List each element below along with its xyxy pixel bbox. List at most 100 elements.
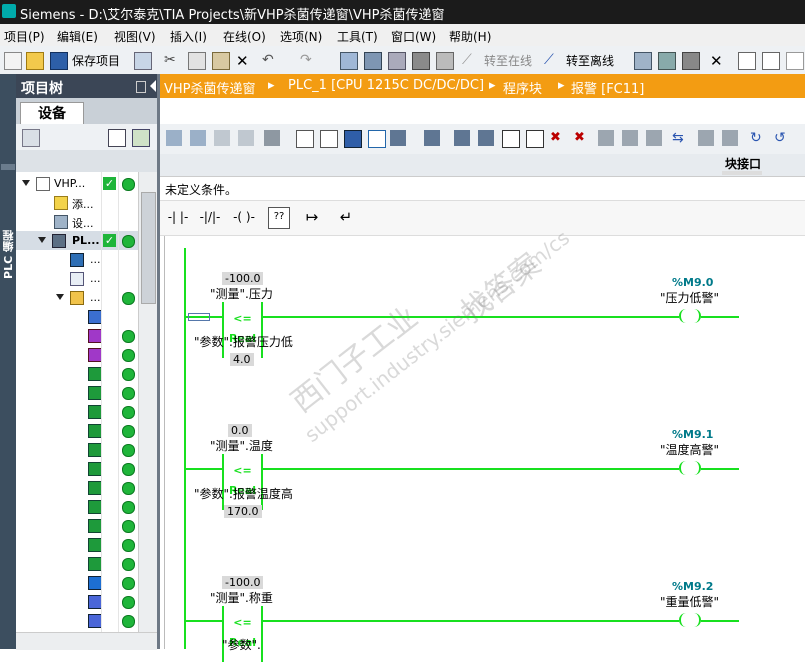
tree-item-plc[interactable]: PL... ✓ — [16, 231, 138, 250]
block-interface-bar[interactable]: 块接口 — [160, 154, 805, 177]
go-online-button[interactable]: 转至在线 — [484, 52, 532, 69]
redo-icon[interactable]: ↷ — [300, 52, 316, 68]
step-icon[interactable] — [622, 130, 638, 146]
breadcrumb-program-blocks[interactable]: 程序块 — [503, 78, 542, 97]
reload-icon[interactable]: ↺ — [774, 130, 790, 146]
expand-icon[interactable] — [38, 237, 46, 243]
list-item[interactable] — [16, 402, 138, 421]
toggle-icon[interactable] — [478, 130, 494, 146]
coil-tag[interactable]: "压力低警" — [660, 289, 719, 306]
filter-icon[interactable] — [646, 130, 662, 146]
insert-network-icon[interactable] — [166, 130, 182, 146]
in1-tag[interactable]: "测量".称重 — [210, 589, 273, 606]
collapse-networks-icon[interactable] — [320, 130, 338, 148]
compile-block-icon[interactable] — [264, 130, 280, 146]
tree-item-program-blocks[interactable]: ... — [16, 288, 138, 307]
expand-icon[interactable] — [22, 180, 30, 186]
splitter-grip[interactable] — [722, 171, 762, 175]
scrollbar-thumb[interactable] — [141, 192, 156, 304]
in1-tag[interactable]: "测量".温度 — [210, 437, 273, 454]
cut-icon[interactable]: ✂ — [164, 52, 180, 68]
save-icon[interactable] — [50, 52, 68, 70]
menu-project[interactable]: 项目(P) — [4, 28, 45, 45]
coil-tag[interactable]: "重量低警" — [660, 593, 719, 610]
plc-programming-tab[interactable]: PLC 编程 — [1, 230, 17, 279]
list-item[interactable] — [16, 364, 138, 383]
coil[interactable] — [679, 613, 701, 629]
split-vertical-icon[interactable] — [762, 52, 780, 70]
delete-network-icon[interactable] — [190, 130, 206, 146]
in2-tag[interactable]: "参数".报警温度高 — [194, 485, 293, 502]
expand-networks-icon[interactable] — [344, 130, 362, 148]
delete-icon[interactable]: ✕ — [236, 52, 252, 70]
selected-wire[interactable] — [188, 313, 210, 321]
online-compare-icon[interactable]: ⇆ — [672, 130, 688, 146]
absolute-operands-icon[interactable] — [424, 130, 440, 146]
menu-options[interactable]: 选项(N) — [280, 28, 322, 45]
refresh-icon[interactable]: ↻ — [750, 130, 766, 146]
menu-help[interactable]: 帮助(H) — [449, 28, 491, 45]
list-item[interactable] — [16, 592, 138, 611]
nc-contact-button[interactable]: -|/|- — [196, 207, 224, 227]
breadcrumb-block[interactable]: 报警 [FC11] — [571, 78, 644, 97]
list-item[interactable] — [16, 573, 138, 592]
simulation-icon[interactable] — [436, 52, 454, 70]
go-offline-button[interactable]: 转至离线 — [566, 52, 614, 69]
open-branch-button[interactable]: ↦ — [300, 207, 324, 227]
comments-icon[interactable] — [368, 130, 386, 148]
accessible-devices-icon[interactable] — [634, 52, 652, 70]
upload-block-icon[interactable] — [722, 130, 738, 146]
pin-icon[interactable] — [136, 81, 146, 93]
tree-item-online-diag[interactable]: ... — [16, 269, 138, 288]
list-item[interactable] — [16, 421, 138, 440]
go-online-icon[interactable]: ⟋ — [462, 52, 478, 68]
networks-list-icon[interactable] — [502, 130, 520, 148]
paste-icon[interactable] — [212, 52, 230, 70]
menu-view[interactable]: 视图(V) — [114, 28, 156, 45]
tab-devices[interactable]: 设备 — [20, 102, 84, 125]
stop-cpu-icon[interactable] — [682, 52, 700, 70]
coil-button[interactable]: -( )- — [228, 207, 260, 227]
goto-icon[interactable] — [454, 130, 470, 146]
monitor-icon[interactable] — [598, 130, 614, 146]
list-item[interactable] — [16, 383, 138, 402]
breakpoint-icon[interactable]: ✖ — [550, 130, 566, 146]
list-view-icon[interactable] — [296, 130, 314, 148]
list-item[interactable] — [16, 516, 138, 535]
no-contact-button[interactable]: -| |- — [164, 207, 192, 227]
list-item[interactable] — [16, 611, 138, 630]
more-icon[interactable] — [786, 52, 804, 70]
open-project-icon[interactable] — [26, 52, 44, 70]
close-icon[interactable]: ✕ — [710, 52, 726, 70]
empty-box-button[interactable]: ?? — [268, 207, 290, 229]
in1-tag[interactable]: "测量".压力 — [210, 285, 273, 302]
clear-breakpoint-icon[interactable]: ✖ — [574, 130, 590, 146]
tree-item-add-device[interactable]: 添... — [16, 193, 138, 212]
close-branch-button[interactable]: ↵ — [334, 207, 358, 227]
print-icon[interactable] — [134, 52, 152, 70]
list-item[interactable] — [16, 535, 138, 554]
list-item[interactable] — [16, 497, 138, 516]
overview-icon[interactable] — [108, 129, 126, 147]
favorites-icon[interactable] — [390, 130, 406, 146]
tree-horizontal-scrollbar[interactable] — [16, 632, 157, 650]
in2-tag[interactable]: "参数".报警压力低 — [194, 333, 293, 350]
list-item[interactable] — [16, 478, 138, 497]
coil-tag[interactable]: "温度高警" — [660, 441, 719, 458]
split-horizontal-icon[interactable] — [738, 52, 756, 70]
tree-item-add-block[interactable] — [16, 307, 138, 326]
download-icon[interactable] — [364, 52, 382, 70]
coil[interactable] — [679, 461, 701, 477]
breadcrumb-plc[interactable]: PLC_1 [CPU 1215C DC/DC/DC] — [288, 78, 484, 93]
tree-item-devices-networks[interactable]: 设... — [16, 212, 138, 231]
compile-icon[interactable] — [340, 52, 358, 70]
tree-vertical-scrollbar[interactable] — [138, 172, 157, 632]
tree-settings-icon[interactable] — [132, 129, 150, 147]
collapse-arrow-icon[interactable] — [150, 80, 156, 92]
undo-icon[interactable]: ↶ — [262, 52, 278, 68]
menu-window[interactable]: 窗口(W) — [391, 28, 436, 45]
menu-tools[interactable]: 工具(T) — [337, 28, 378, 45]
device-icon[interactable] — [412, 52, 430, 70]
download-block-icon[interactable] — [698, 130, 714, 146]
upload-icon[interactable] — [388, 52, 406, 70]
